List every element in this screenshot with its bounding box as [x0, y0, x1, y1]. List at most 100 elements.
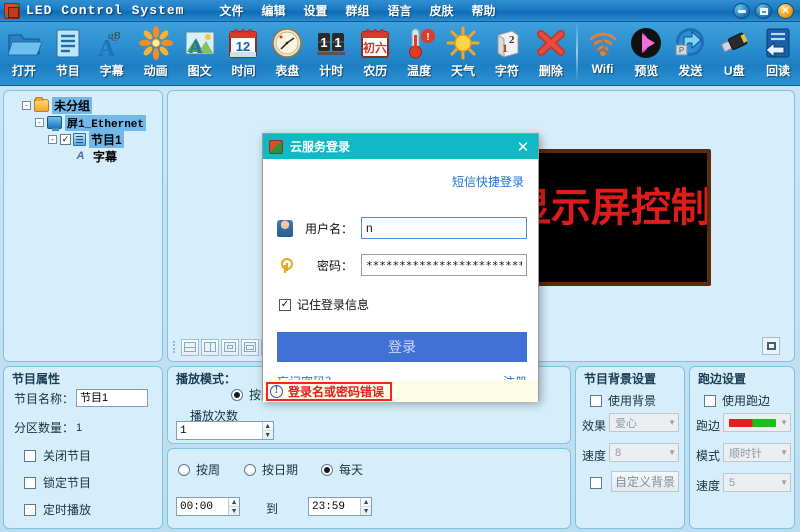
menu-group[interactable]: 群组 — [336, 0, 378, 21]
use-edge-label: 使用跑边 — [722, 394, 771, 408]
time-until-spin-buttons[interactable]: ▲ ▼ — [360, 498, 371, 515]
close-button[interactable]: ✕ — [777, 3, 794, 19]
play-count-spin-buttons[interactable]: ▲ ▼ — [261, 422, 273, 439]
time-until-input[interactable] — [309, 498, 361, 515]
time-from-spin-buttons[interactable]: ▲ ▼ — [228, 498, 239, 515]
toolbar-temperature[interactable]: ! 温度 — [397, 22, 441, 84]
toolbar-clock[interactable]: 表盘 — [265, 22, 309, 84]
single-area-button[interactable] — [221, 338, 239, 356]
toolbar-image-text[interactable]: A 图文 — [178, 22, 222, 84]
spin-up-icon[interactable]: ▲ — [229, 498, 239, 507]
menu-language[interactable]: 语言 — [379, 0, 421, 21]
single-area-icon — [224, 342, 236, 352]
edge-style-select[interactable]: ▼ — [723, 413, 791, 432]
use-edge-checkbox[interactable] — [704, 394, 716, 407]
username-field-row: 用户名： — [277, 217, 527, 239]
every-day-radio[interactable] — [321, 463, 333, 476]
menu-settings[interactable]: 设置 — [294, 0, 336, 21]
sms-quick-login-link[interactable]: 短信快捷登录 — [452, 173, 524, 190]
play-count-input[interactable] — [177, 422, 262, 439]
edge-speed-select[interactable]: 5 ▼ — [723, 473, 791, 492]
use-background-checkbox[interactable] — [590, 394, 602, 407]
toolbar-readback[interactable]: 回读 — [756, 22, 800, 84]
time-from-spinner[interactable]: ▲ ▼ — [176, 497, 240, 516]
split-vertical-button[interactable] — [201, 338, 219, 356]
custom-background-checkbox[interactable] — [590, 477, 602, 489]
toolbar-timer[interactable]: 11 计时 — [309, 22, 353, 84]
tree-node-subtitle[interactable]: A 字幕 — [8, 148, 158, 165]
toolbar-character[interactable]: 12 字符 — [485, 22, 529, 84]
login-dialog-close-button[interactable]: ✕ — [512, 137, 534, 157]
remember-login-row[interactable]: ✓ 记住登录信息 — [279, 296, 369, 313]
custom-background-button[interactable]: 自定义背景 — [611, 471, 679, 492]
move-handle[interactable] — [762, 337, 780, 355]
tree-checkbox[interactable]: ✓ — [60, 134, 71, 145]
login-button[interactable]: 登录 — [277, 332, 527, 362]
preview-play-icon — [628, 25, 664, 61]
background-effect-select[interactable]: 爱心 ▼ — [609, 413, 679, 432]
menu-edit[interactable]: 编辑 — [252, 0, 294, 21]
toolbar-subtitle[interactable]: aB C A 字幕 — [90, 22, 134, 84]
toolbar-usb[interactable]: U盘 — [712, 22, 756, 84]
toolbar-open[interactable]: 打开 — [2, 22, 46, 84]
toolbar-preview-label: 预览 — [634, 64, 659, 78]
toolbar-clock-label: 表盘 — [275, 64, 300, 78]
spin-up-icon[interactable]: ▲ — [262, 422, 273, 431]
password-input[interactable] — [361, 254, 527, 276]
spin-down-icon[interactable]: ▼ — [229, 507, 239, 515]
toolbar-preview[interactable]: 预览 — [624, 22, 668, 84]
background-speed-select[interactable]: 8 ▼ — [609, 443, 679, 462]
spin-up-icon[interactable]: ▲ — [361, 498, 371, 507]
edge-mode-select[interactable]: 顺时针 ▼ — [723, 443, 791, 462]
menu-help[interactable]: 帮助 — [463, 0, 505, 21]
restore-button[interactable] — [755, 3, 772, 19]
menu-skin[interactable]: 皮肤 — [421, 0, 463, 21]
timed-play-checkbox[interactable] — [24, 503, 36, 516]
remember-login-checkbox[interactable]: ✓ — [279, 298, 291, 311]
led-screen-text: 显示屏控制 — [511, 185, 711, 231]
lock-program-checkbox[interactable] — [24, 476, 36, 489]
left-area-button[interactable] — [241, 338, 259, 356]
toolbar-time[interactable]: 12 时间 — [222, 22, 266, 84]
monitor-icon — [47, 116, 62, 131]
expander-icon[interactable]: - — [22, 101, 31, 110]
by-date-radio[interactable] — [244, 463, 256, 476]
svg-text:A: A — [189, 37, 203, 58]
toolbar-lunar-label: 农历 — [363, 64, 388, 78]
toolbar-grip-icon[interactable] — [173, 340, 177, 354]
split-horizontal-button[interactable] — [181, 338, 199, 356]
expander-icon[interactable]: - — [48, 135, 57, 144]
spin-down-icon[interactable]: ▼ — [263, 431, 273, 439]
tree-node-ungrouped[interactable]: - 未分组 — [8, 97, 158, 114]
delete-x-icon — [533, 25, 569, 61]
minimize-button[interactable] — [733, 3, 750, 19]
time-until-spinner[interactable]: ▲ ▼ — [308, 497, 372, 516]
tree-node-program[interactable]: - ✓ 节目1 — [8, 131, 158, 148]
toolbar-delete[interactable]: 删除 — [529, 22, 573, 84]
toolbar-lunar[interactable]: 初六 农历 — [353, 22, 397, 84]
thermometer-icon: ! — [401, 25, 437, 61]
play-by-count-radio[interactable] — [231, 388, 243, 401]
spin-down-icon[interactable]: ▼ — [361, 507, 371, 515]
program-name-input[interactable]: 节目1 — [76, 389, 148, 407]
toolbar-send[interactable]: P 发送 — [668, 22, 712, 84]
time-from-input[interactable] — [177, 498, 229, 515]
username-input[interactable] — [361, 217, 527, 239]
toolbar-program[interactable]: 节目 — [46, 22, 90, 84]
toolbar-open-label: 打开 — [11, 64, 36, 78]
login-error-box: ! 登录名或密码错误 — [266, 381, 393, 401]
expander-icon[interactable]: - — [35, 118, 44, 127]
menu-file[interactable]: 文件 — [210, 0, 252, 21]
play-count-spinner[interactable]: ▲ ▼ — [176, 421, 274, 440]
background-settings-panel: 节目背景设置 使用背景 效果 爱心 ▼ 速度 8 ▼ 自定义背景 — [575, 366, 685, 529]
move-icon — [766, 342, 776, 350]
info-icon: ! — [270, 384, 283, 398]
tree-node-screen[interactable]: - 屏1_Ethernet — [8, 114, 158, 131]
animation-icon — [138, 25, 174, 61]
toolbar-weather[interactable]: 天气 — [441, 22, 485, 84]
toolbar-animation[interactable]: 动画 — [134, 22, 178, 84]
by-week-radio[interactable] — [178, 463, 190, 476]
program-properties-title: 节目属性 — [12, 372, 61, 386]
close-program-checkbox[interactable] — [24, 449, 36, 462]
toolbar-wifi[interactable]: Wifi — [581, 22, 625, 84]
